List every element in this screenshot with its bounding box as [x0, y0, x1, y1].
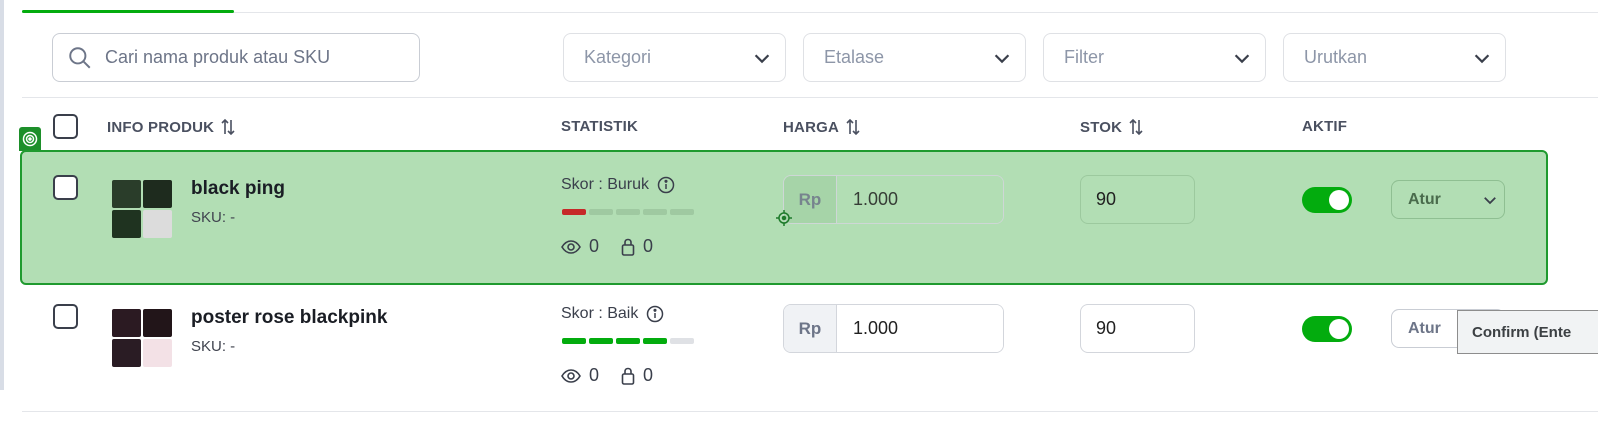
product-sku: SKU: -	[191, 209, 236, 226]
header-stok-label: STOK	[1080, 118, 1123, 136]
price-input[interactable]: 1.000	[837, 305, 1003, 352]
product-stats: 0 0	[561, 365, 653, 386]
header-info-produk[interactable]: INFO PRODUK	[107, 118, 236, 136]
header-info-label: INFO PRODUK	[107, 118, 215, 136]
product-list-page: Kategori Etalase Filter Urutkan INFO PRO…	[0, 0, 1598, 425]
header-harga-label: HARGA	[783, 118, 839, 136]
filter-dropdown[interactable]: Filter	[1043, 33, 1266, 82]
score-segment	[670, 209, 694, 215]
eye-icon	[561, 239, 581, 254]
kategori-dropdown[interactable]: Kategori	[563, 33, 786, 82]
etalase-label: Etalase	[824, 47, 885, 67]
active-toggle[interactable]	[1302, 187, 1352, 213]
atur-label: Atur	[1408, 319, 1441, 337]
confirm-tooltip: Confirm (Ente	[1457, 310, 1598, 354]
chevron-down-icon	[994, 53, 1010, 63]
urutkan-label: Urutkan	[1304, 47, 1368, 67]
sort-icon	[1129, 118, 1143, 136]
product-sku: SKU: -	[191, 338, 236, 355]
price-input[interactable]: 1.000	[837, 176, 1003, 223]
score-segment	[562, 338, 586, 344]
score-segment	[589, 209, 613, 215]
currency-prefix: Rp	[784, 305, 837, 352]
sort-icon	[221, 118, 235, 136]
row-checkbox[interactable]	[53, 304, 78, 329]
chevron-down-icon	[754, 53, 770, 63]
score-text: Skor : Baik	[561, 305, 639, 322]
row-divider	[22, 411, 1598, 412]
header-statistik: STATISTIK	[561, 118, 638, 135]
score-bar	[562, 338, 694, 344]
score-segment	[562, 209, 586, 215]
info-icon[interactable]	[646, 305, 664, 323]
score-segment	[643, 209, 667, 215]
score-segment	[589, 338, 613, 344]
etalase-dropdown[interactable]: Etalase	[803, 33, 1026, 82]
eye-icon	[561, 368, 581, 383]
urutkan-dropdown[interactable]: Urutkan	[1283, 33, 1506, 82]
info-icon[interactable]	[657, 176, 675, 194]
active-tab-indicator	[22, 10, 234, 13]
tab-divider	[22, 12, 1598, 13]
atur-label: Atur	[1408, 190, 1441, 208]
search-box[interactable]	[52, 33, 420, 82]
header-aktif-label: AKTIF	[1302, 118, 1348, 135]
score-text: Skor : Buruk	[561, 176, 650, 193]
crosshair-icon	[776, 210, 792, 226]
score-segment	[616, 209, 640, 215]
score-bar	[562, 209, 694, 215]
chevron-down-icon	[1234, 53, 1250, 63]
product-thumbnail	[112, 309, 172, 367]
views-count: 0	[589, 236, 600, 256]
header-aktif: AKTIF	[1302, 118, 1347, 135]
chevron-down-icon	[1474, 53, 1490, 63]
stock-input[interactable]: 90	[1080, 175, 1195, 224]
kategori-label: Kategori	[584, 47, 652, 67]
header-divider	[22, 97, 1598, 98]
sort-icon	[846, 118, 860, 136]
price-field[interactable]: Rp 1.000	[783, 175, 1004, 224]
left-border	[0, 0, 4, 390]
header-statistik-label: STATISTIK	[561, 118, 639, 135]
sold-count: 0	[643, 365, 654, 385]
score-label: Skor : Buruk	[561, 176, 675, 194]
score-segment	[643, 338, 667, 344]
product-name[interactable]: poster rose blackpink	[191, 307, 387, 329]
header-stok[interactable]: STOK	[1080, 118, 1144, 136]
search-icon	[69, 46, 91, 68]
target-icon	[19, 127, 41, 151]
select-all-checkbox[interactable]	[53, 114, 78, 139]
active-toggle[interactable]	[1302, 316, 1352, 342]
product-stats: 0 0	[561, 236, 653, 257]
stock-input[interactable]: 90	[1080, 304, 1195, 353]
product-thumbnail	[112, 180, 172, 238]
score-segment	[616, 338, 640, 344]
sold-count: 0	[643, 236, 654, 256]
shopping-bag-icon	[621, 238, 635, 256]
row-checkbox[interactable]	[53, 175, 78, 200]
filter-label: Filter	[1064, 47, 1104, 67]
product-name[interactable]: black ping	[191, 178, 285, 200]
header-harga[interactable]: HARGA	[783, 118, 861, 136]
price-field[interactable]: Rp 1.000	[783, 304, 1004, 353]
views-count: 0	[589, 365, 600, 385]
chevron-down-icon	[1484, 196, 1496, 204]
score-segment	[670, 338, 694, 344]
atur-button[interactable]: Atur	[1391, 180, 1505, 219]
search-input[interactable]	[105, 47, 395, 68]
shopping-bag-icon	[621, 367, 635, 385]
score-label: Skor : Baik	[561, 305, 664, 323]
